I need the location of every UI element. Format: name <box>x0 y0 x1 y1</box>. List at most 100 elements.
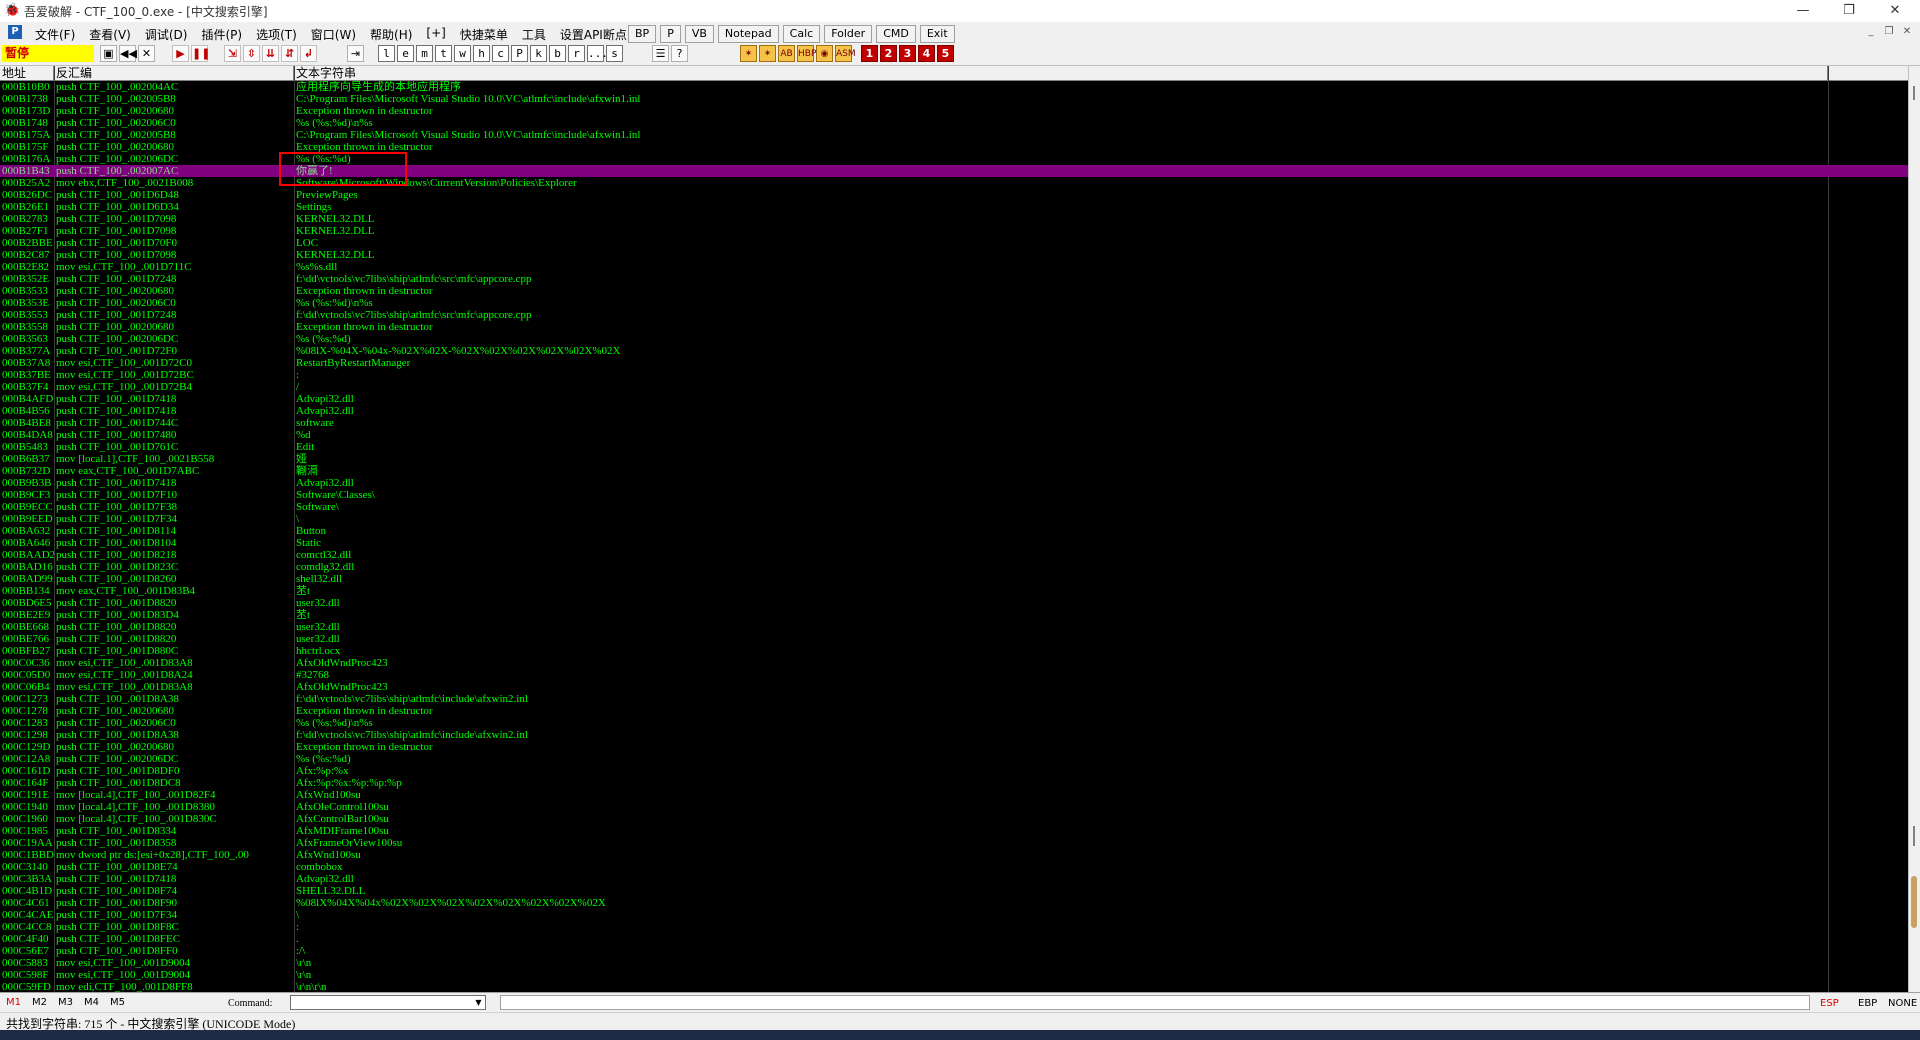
table-row[interactable]: 000BD6E5 push CTF_100_.001D8820 user32.dll <box>0 597 1908 609</box>
table-row[interactable]: 000BE2E9 push CTF_100_.001D83D4 苤t <box>0 609 1908 621</box>
window-letter-button[interactable]: c <box>492 45 509 62</box>
command-input[interactable] <box>290 995 486 1010</box>
table-row[interactable]: 000C1283 push CTF_100_.002006C0 %s (%s:%d)… <box>0 717 1908 729</box>
plugin-button[interactable]: ✶ <box>740 45 757 62</box>
quick-button[interactable]: Notepad <box>717 25 779 43</box>
number-button[interactable]: 1 <box>861 45 878 62</box>
plugin-button[interactable]: HBP <box>797 45 816 62</box>
file-tool-button[interactable]: ◀◀ <box>119 45 137 62</box>
tab-m3[interactable]: M3 <box>58 997 73 1008</box>
table-row[interactable]: 000B37A8 mov esi,CTF_100_.001D72C0 Restart… <box>0 357 1908 369</box>
menu-item[interactable]: 选项(T) <box>249 24 304 45</box>
plugin-button[interactable]: ASM <box>835 45 856 62</box>
window-letter-button[interactable]: l <box>378 45 395 62</box>
table-row[interactable]: 000B9CF3 push CTF_100_.001D7F10 Software\C… <box>0 489 1908 501</box>
table-row[interactable]: 000C161D push CTF_100_.001D8DF0 Afx:%p:%x <box>0 765 1908 777</box>
table-row[interactable]: 000B732D mov eax,CTF_100_.001D7ABC 鞩滆 <box>0 465 1908 477</box>
menu-item[interactable]: 插件(P) <box>194 24 249 45</box>
window-letter-button[interactable]: b <box>549 45 566 62</box>
plugin-button[interactable]: ✶ <box>759 45 776 62</box>
table-row[interactable]: 000B9B3B push CTF_100_.001D7418 Advapi32.d… <box>0 477 1908 489</box>
register-none[interactable]: NONE <box>1888 998 1917 1009</box>
file-tool-button[interactable]: ✕ <box>138 45 155 62</box>
quick-button[interactable]: VB <box>684 25 714 43</box>
window-letter-button[interactable]: h <box>473 45 490 62</box>
tab-m1[interactable]: M1 <box>6 997 21 1008</box>
table-row[interactable]: 000B353E push CTF_100_.002006C0 %s (%s:%d)… <box>0 297 1908 309</box>
extra-tool-button[interactable]: ☰ <box>652 45 669 62</box>
table-row[interactable]: 000C59FD mov edi,CTF_100_.001D8FF8 \r\n\r\… <box>0 981 1908 992</box>
table-row[interactable]: 000B4BE8 push CTF_100_.001D744C software <box>0 417 1908 429</box>
register-ebp[interactable]: EBP <box>1858 998 1877 1009</box>
table-row[interactable]: 000BA646 push CTF_100_.001D8104 Static <box>0 537 1908 549</box>
table-row[interactable]: 000B2C87 push CTF_100_.001D7098 KERNEL32.D… <box>0 249 1908 261</box>
number-button[interactable]: 4 <box>918 45 935 62</box>
table-row[interactable]: 000B3553 push CTF_100_.001D7248 f:\dd\vcto… <box>0 309 1908 321</box>
table-row[interactable]: 000BB134 mov eax,CTF_100_.001D83B4 苤t <box>0 585 1908 597</box>
quick-button[interactable]: Folder <box>824 25 873 43</box>
table-row[interactable]: 000C129D push CTF_100_.00200680 Exception … <box>0 741 1908 753</box>
table-row[interactable]: 000BE766 push CTF_100_.001D8820 user32.dll <box>0 633 1908 645</box>
table-row[interactable]: 000B3558 push CTF_100_.00200680 Exception … <box>0 321 1908 333</box>
table-row[interactable]: 000C164F push CTF_100_.001D8DC8 Afx:%p:%x:… <box>0 777 1908 789</box>
table-row[interactable]: 000C19AA push CTF_100_.001D8358 AfxFrameOr… <box>0 837 1908 849</box>
table-row[interactable]: 000B26DC push CTF_100_.001D6D48 PreviewPag… <box>0 189 1908 201</box>
step-control-button[interactable]: ↲ <box>300 45 317 62</box>
number-button[interactable]: 3 <box>899 45 916 62</box>
menu-item[interactable]: 文件(F) <box>28 24 82 45</box>
table-row[interactable]: 000B2E82 mov esi,CTF_100_.001D711C %s%s.dl… <box>0 261 1908 273</box>
table-row[interactable]: 000C1940 mov [local.4],CTF_100_.001D8380 A… <box>0 801 1908 813</box>
table-row[interactable]: 000BFB27 push CTF_100_.001D880C hhctrl.ocx <box>0 645 1908 657</box>
mdi-window-icon[interactable]: P <box>8 25 22 39</box>
table-row[interactable]: 000B4B56 push CTF_100_.001D7418 Advapi32.d… <box>0 405 1908 417</box>
table-row[interactable]: 000C1960 mov [local.4],CTF_100_.001D830C A… <box>0 813 1908 825</box>
table-row[interactable]: 000BAAD2 push CTF_100_.001D8218 comctl32.d… <box>0 549 1908 561</box>
run-control-button[interactable]: ❚❚ <box>191 45 210 62</box>
quick-button[interactable]: CMD <box>876 25 916 43</box>
table-row[interactable]: 000B37F4 mov esi,CTF_100_.001D72B4 / <box>0 381 1908 393</box>
register-esp[interactable]: ESP <box>1820 998 1839 1009</box>
table-row[interactable]: 000C4F40 push CTF_100_.001D8FEC. <box>0 933 1908 945</box>
table-row[interactable]: 000C12A8 push CTF_100_.002006DC %s (%s:%d) <box>0 753 1908 765</box>
table-row[interactable]: 000BAD16 push CTF_100_.001D823C comdlg32.d… <box>0 561 1908 573</box>
column-disassembly[interactable]: 反汇编 <box>54 66 294 80</box>
window-letter-button[interactable]: k <box>530 45 547 62</box>
table-row[interactable]: 000C1985 push CTF_100_.001D8334 AfxMDIFram… <box>0 825 1908 837</box>
plugin-button[interactable]: ◉ <box>816 45 833 62</box>
table-row[interactable]: 000B5483 push CTF_100_.001D761C Edit <box>0 441 1908 453</box>
table-row[interactable]: 000B3533 push CTF_100_.00200680 Exception … <box>0 285 1908 297</box>
menu-item[interactable]: 查看(V) <box>82 24 138 45</box>
table-row[interactable]: 000B26E1 push CTF_100_.001D6D34 Settings <box>0 201 1908 213</box>
column-text-string[interactable]: 文本字符串 <box>294 66 1828 80</box>
window-letter-button[interactable]: ... <box>587 45 608 62</box>
maximize-button[interactable]: ❐ <box>1826 0 1872 22</box>
table-row[interactable]: 000B1738 push CTF_100_.002005B8 C:\Program… <box>0 93 1908 105</box>
window-letter-button[interactable]: w <box>454 45 471 62</box>
scrollbar-thumb[interactable] <box>1911 876 1917 928</box>
table-row[interactable]: 000C06B4 mov esi,CTF_100_.001D83A8 AfxOldW… <box>0 681 1908 693</box>
table-row[interactable]: 000B4DA8 push CTF_100_.001D7480 %d <box>0 429 1908 441</box>
close-button[interactable]: ✕ <box>1872 0 1918 22</box>
chevron-down-icon[interactable]: ▼ <box>472 996 485 1009</box>
table-row[interactable]: 000B37BE mov esi,CTF_100_.001D72BC: <box>0 369 1908 381</box>
table-row[interactable]: 000C4B1D push CTF_100_.001D8F74 SHELL32.DL… <box>0 885 1908 897</box>
window-letter-button[interactable]: r <box>568 45 585 62</box>
menu-item[interactable]: 快捷菜单 <box>453 24 515 45</box>
tab-m4[interactable]: M4 <box>84 997 99 1008</box>
mdi-close-button[interactable]: ✕ <box>1898 24 1916 40</box>
quick-button[interactable]: BP <box>628 25 657 43</box>
table-row[interactable]: 000C1278 push CTF_100_.00200680 Exception … <box>0 705 1908 717</box>
menu-item[interactable]: 调试(D) <box>138 24 195 45</box>
table-row[interactable]: 000C598F mov esi,CTF_100_.001D9004 \r\n <box>0 969 1908 981</box>
mdi-restore-button[interactable]: ❐ <box>1880 24 1898 40</box>
table-row[interactable]: 000C4CC8 push CTF_100_.001D8F8C: <box>0 921 1908 933</box>
vertical-scrollbar[interactable] <box>1908 66 1920 992</box>
table-row[interactable]: 000B6B37 mov [local.1],CTF_100_.0021B558 娅 <box>0 453 1908 465</box>
goto-button[interactable]: ⇥ <box>347 45 364 62</box>
menu-item[interactable]: [+] <box>419 24 452 45</box>
run-control-button[interactable]: ▶ <box>172 45 189 62</box>
quick-button[interactable]: Exit <box>919 25 955 43</box>
step-control-button[interactable]: ⇲ <box>224 45 241 62</box>
table-row[interactable]: 000C1BBD mov dword ptr ds:[esi+0x28],CTF_… <box>0 849 1908 861</box>
table-row[interactable]: 000B2783 push CTF_100_.001D7098 KERNEL32.D… <box>0 213 1908 225</box>
